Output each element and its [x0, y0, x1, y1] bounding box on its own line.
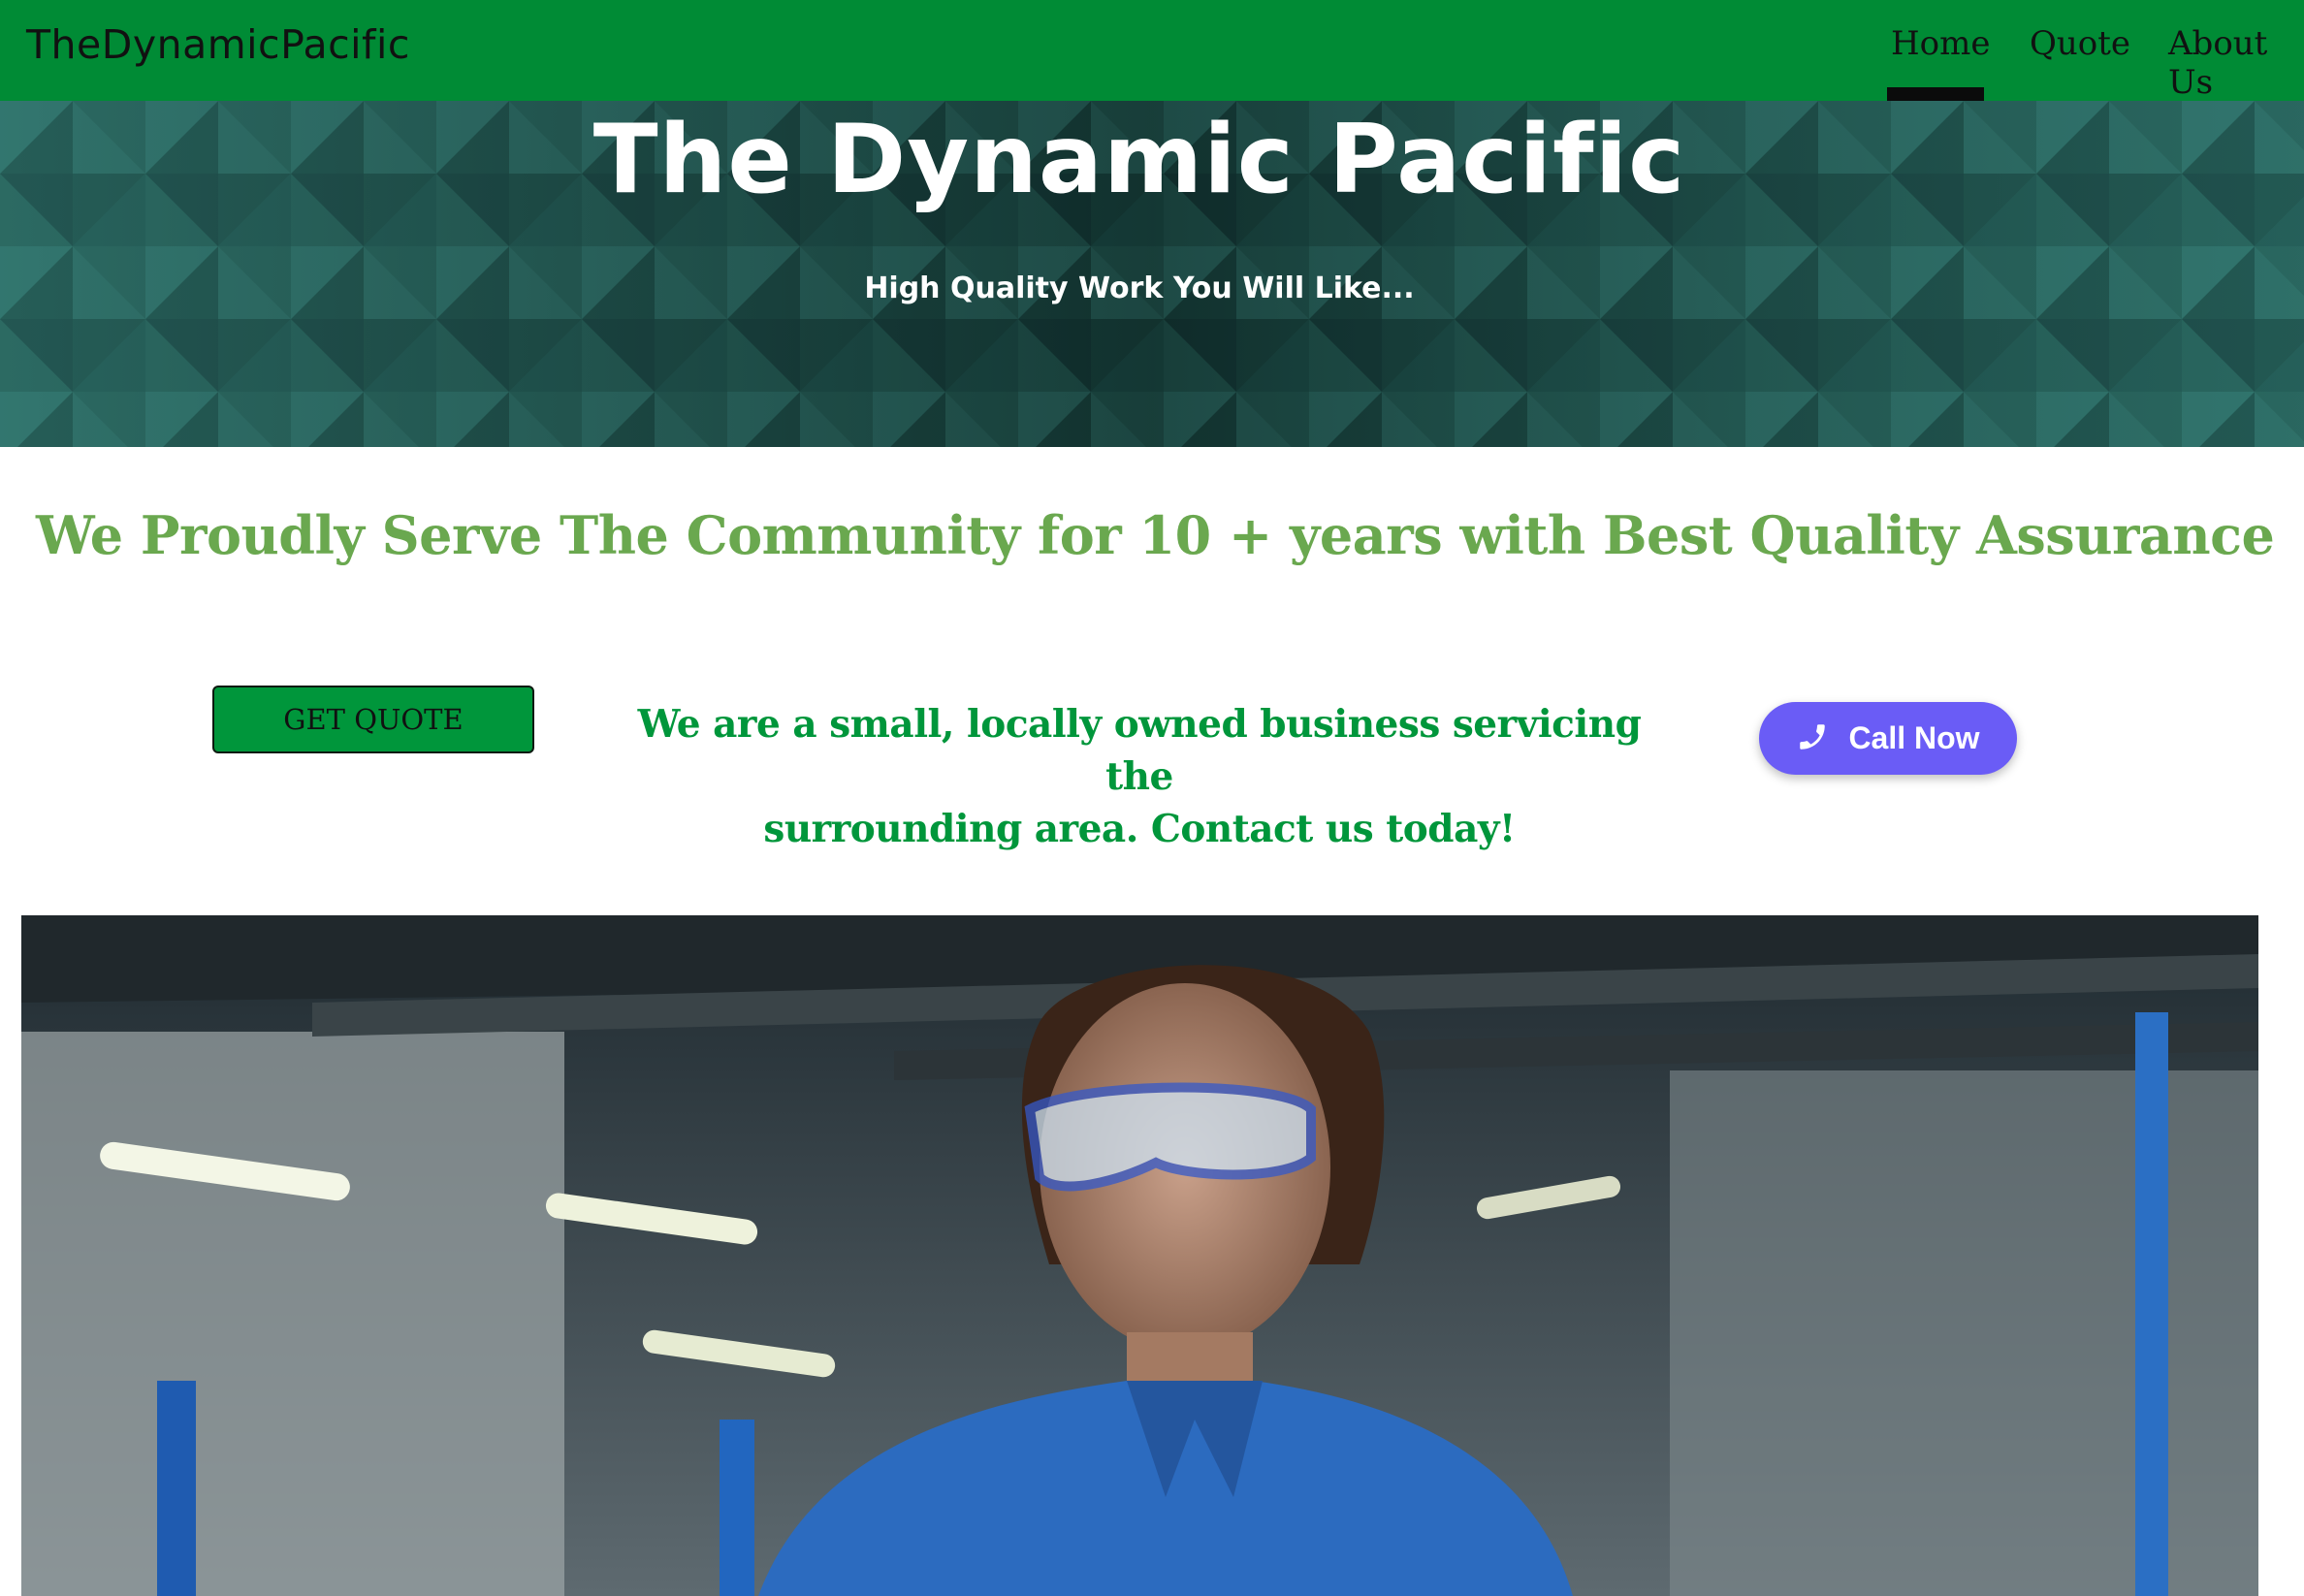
active-nav-indicator — [1887, 87, 1984, 101]
nav-about-us[interactable]: About Us — [2168, 24, 2304, 102]
intro-line-2: surrounding area. Contact us today! — [763, 807, 1516, 851]
hero-subtitle: High Quality Work You Will Like... — [864, 271, 1415, 305]
intro-line-1: We are a small, locally owned business s… — [637, 702, 1642, 799]
call-now-label: Call Now — [1848, 720, 1980, 755]
phone-icon — [1796, 720, 1829, 757]
call-now-button[interactable]: Call Now — [1759, 702, 2017, 775]
top-navbar: TheDynamicPacific Home Quote About Us — [0, 0, 2304, 102]
hero-banner: The Dynamic Pacific High Quality Work Yo… — [0, 101, 2304, 447]
site-brand[interactable]: TheDynamicPacific — [26, 21, 410, 68]
community-headline: We Proudly Serve The Community for 10 + … — [36, 504, 2275, 566]
get-quote-button[interactable]: GET QUOTE — [212, 686, 534, 753]
nav-home[interactable]: Home — [1891, 24, 1990, 63]
mechanic-photo — [21, 915, 2258, 1596]
hero-title: The Dynamic Pacific — [592, 105, 1686, 215]
nav-quote[interactable]: Quote — [2030, 24, 2130, 63]
business-intro-text: We are a small, locally owned business s… — [621, 698, 1658, 855]
